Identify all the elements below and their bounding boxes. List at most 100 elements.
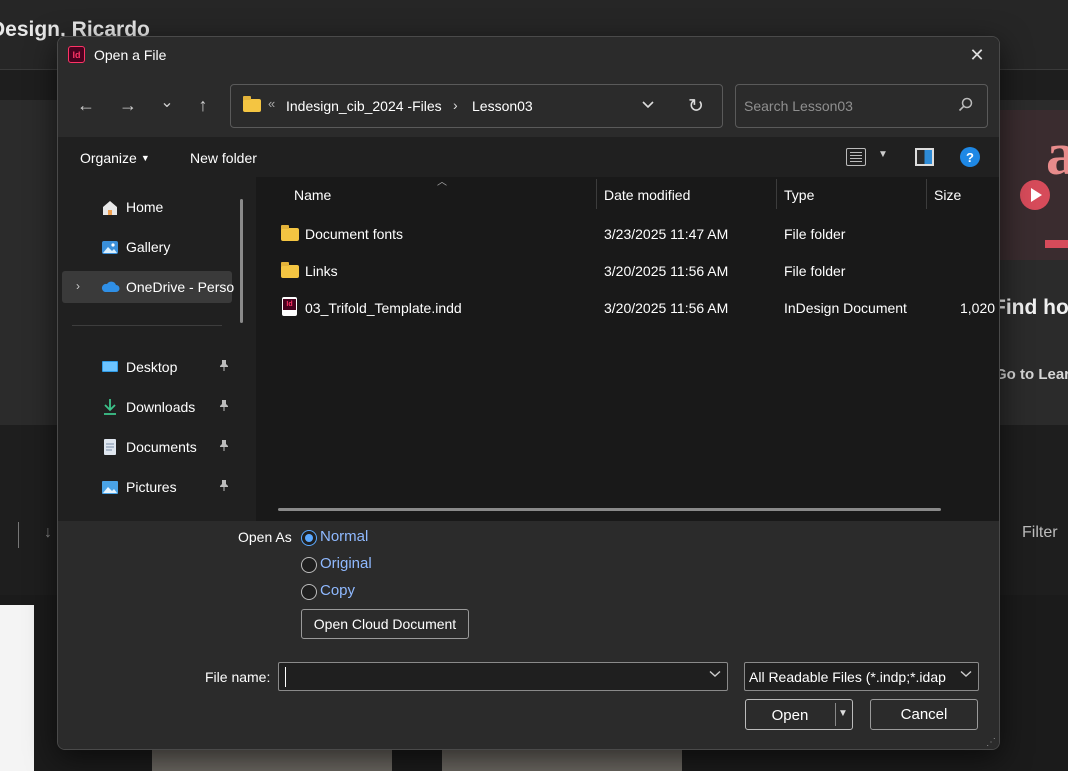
nav-label: Home (126, 199, 164, 215)
column-header-type[interactable]: Type (784, 187, 814, 203)
nav-item-downloads[interactable]: Downloads (62, 391, 232, 423)
horizontal-scrollbar[interactable] (278, 508, 941, 511)
column-divider[interactable] (776, 179, 777, 209)
nav-label: Desktop (126, 359, 178, 375)
open-cloud-document-button[interactable]: Open Cloud Document (301, 609, 469, 639)
radio-normal-label[interactable]: Normal (320, 528, 368, 545)
file-list: ︿ Name Date modified Type Size Document … (256, 177, 999, 521)
sort-down-icon[interactable]: ↓ (44, 524, 52, 542)
column-divider[interactable] (596, 179, 597, 209)
cancel-button[interactable]: Cancel (870, 699, 978, 730)
nav-item-pictures[interactable]: Pictures (62, 471, 232, 503)
file-type: InDesign Document (784, 300, 907, 316)
background-thumbnail[interactable] (152, 750, 392, 771)
open-button-label: Open (771, 707, 809, 724)
gallery-icon (100, 238, 120, 256)
nav-item-documents[interactable]: Documents (62, 431, 232, 463)
radio-original-label[interactable]: Original (320, 555, 372, 572)
search-box[interactable] (735, 84, 988, 128)
column-header-date[interactable]: Date modified (604, 187, 690, 203)
organize-label: Organize (80, 150, 137, 166)
radio-copy-label[interactable]: Copy (320, 582, 355, 599)
background-filter[interactable]: Filter (1022, 524, 1058, 542)
organize-menu-button[interactable]: Organize ▼ (80, 150, 150, 166)
refresh-icon[interactable]: ↻ (688, 95, 704, 118)
view-options-icon[interactable] (846, 148, 866, 166)
chevron-down-icon[interactable] (709, 669, 721, 681)
background-link[interactable]: Go to Lear (995, 366, 1068, 383)
address-history-chevron-icon[interactable] (641, 97, 655, 113)
file-row[interactable]: Document fonts 3/23/2025 11:47 AM File f… (276, 219, 999, 249)
background-divider (18, 522, 19, 548)
background-thumbnail[interactable] (0, 605, 34, 771)
breadcrumb-segment[interactable]: Indesign_cib_2024 -Files (286, 98, 442, 114)
pin-icon[interactable] (218, 399, 230, 415)
background-thumbnail[interactable] (442, 750, 682, 771)
open-options-dropdown-icon[interactable]: ▼ (838, 708, 848, 719)
navigation-pane: Home Gallery › OneDrive - Perso Desktop (58, 177, 248, 521)
column-header-name[interactable]: Name (294, 187, 331, 203)
folder-icon (243, 96, 261, 112)
file-type-value: All Readable Files (*.indp;*.idap (749, 669, 946, 685)
forward-button[interactable]: → (116, 93, 140, 117)
play-icon[interactable] (1020, 180, 1050, 210)
file-size: 1,020 (960, 300, 996, 316)
nav-item-gallery[interactable]: Gallery (62, 231, 232, 263)
column-divider[interactable] (926, 179, 927, 209)
pin-icon[interactable] (218, 439, 230, 455)
chevron-down-icon: ⌄ (160, 94, 174, 111)
file-name-input[interactable] (285, 667, 685, 687)
pin-icon[interactable] (218, 479, 230, 495)
dialog-title: Open a File (94, 47, 167, 63)
nav-label: Downloads (126, 399, 196, 415)
overflow-chevron-icon[interactable]: « (268, 96, 275, 111)
nav-item-onedrive[interactable]: › OneDrive - Perso (62, 271, 234, 303)
caret-down-icon[interactable]: ▼ (878, 149, 888, 160)
file-name-combobox[interactable] (278, 662, 728, 691)
search-input[interactable] (744, 95, 944, 117)
file-row[interactable]: Links 3/20/2025 11:56 AM File folder (276, 256, 999, 286)
file-row[interactable]: 03_Trifold_Template.indd 3/20/2025 11:56… (276, 293, 999, 323)
home-icon (100, 198, 120, 216)
up-button[interactable]: ↑ (191, 93, 215, 117)
file-name-label: File name: (205, 669, 271, 685)
nav-item-home[interactable]: Home (62, 191, 232, 223)
background-hero-accent (1045, 240, 1068, 248)
search-icon[interactable] (958, 97, 973, 116)
background-hero-graphic: a (1046, 121, 1068, 187)
nav-label: Gallery (126, 239, 171, 255)
back-button[interactable]: ← (74, 93, 98, 117)
radio-copy[interactable] (301, 584, 317, 600)
file-type-select[interactable]: All Readable Files (*.indp;*.idap (744, 662, 979, 691)
desktop-icon (100, 358, 120, 376)
indesign-app-icon: Id (68, 46, 85, 63)
radio-normal[interactable] (301, 530, 317, 546)
close-icon: ✕ (969, 44, 985, 65)
preview-pane-icon[interactable] (915, 148, 934, 166)
radio-original[interactable] (301, 557, 317, 573)
folder-icon (281, 262, 299, 278)
recent-locations-button[interactable]: ⌄ (155, 90, 179, 114)
up-arrow-icon: ↑ (198, 94, 208, 115)
expand-chevron-icon[interactable]: › (76, 279, 80, 293)
close-button[interactable]: ✕ (963, 41, 991, 69)
column-header-size[interactable]: Size (934, 187, 961, 203)
options-panel: Open As Normal Original Copy Open Cloud … (58, 521, 999, 749)
dialog-titlebar[interactable]: Id Open a File ✕ (58, 37, 999, 73)
nav-scrollbar[interactable] (240, 199, 243, 323)
open-button[interactable]: Open ▼ (745, 699, 853, 730)
pictures-icon (100, 478, 120, 496)
onedrive-icon (100, 278, 120, 296)
resize-grip-icon[interactable]: ⋰ (986, 737, 996, 748)
address-bar[interactable]: « Indesign_cib_2024 -Files › Lesson03 ↻ (230, 84, 723, 128)
file-date: 3/20/2025 11:56 AM (604, 263, 729, 279)
breadcrumb-separator-icon[interactable]: › (453, 97, 458, 113)
nav-item-desktop[interactable]: Desktop (62, 351, 232, 383)
downloads-icon (100, 398, 120, 416)
file-type: File folder (784, 263, 846, 279)
help-icon[interactable]: ? (960, 147, 980, 167)
breadcrumb-segment[interactable]: Lesson03 (472, 98, 533, 114)
caret-down-icon: ▼ (140, 153, 150, 163)
new-folder-button[interactable]: New folder (190, 150, 257, 166)
pin-icon[interactable] (218, 359, 230, 375)
